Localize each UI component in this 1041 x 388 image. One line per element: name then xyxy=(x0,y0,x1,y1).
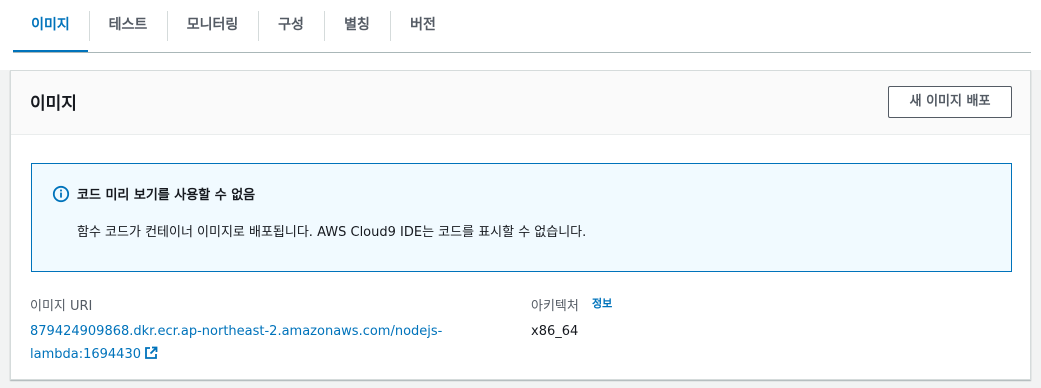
panel-header: 이미지 새 이미지 배포 xyxy=(11,71,1030,135)
info-icon xyxy=(52,185,70,203)
alert-message: 함수 코드가 컨테이너 이미지로 배포됩니다. AWS Cloud9 IDE는 … xyxy=(77,225,587,240)
panel-title: 이미지 xyxy=(30,94,77,114)
architecture-info-link[interactable]: 정보 xyxy=(592,295,612,311)
tab-monitoring[interactable]: 모니터링 xyxy=(168,0,257,52)
architecture-value: x86_64 xyxy=(531,324,579,339)
tab-versions[interactable]: 버전 xyxy=(391,0,455,52)
image-panel: 이미지 새 이미지 배포 코드 미리 보기를 사용할 수 없음 함수 코드가 컨… xyxy=(10,70,1031,380)
tab-configuration[interactable]: 구성 xyxy=(259,0,323,52)
tab-test[interactable]: 테스트 xyxy=(90,0,166,52)
image-uri-link[interactable]: 879424909868.dkr.ecr.ap-northeast-2.amaz… xyxy=(30,320,480,366)
tab-aliases[interactable]: 별칭 xyxy=(325,0,389,52)
architecture-label: 아키텍처 xyxy=(531,299,579,314)
image-uri-line2[interactable]: lambda:1694430 xyxy=(30,347,141,362)
deploy-new-image-button[interactable]: 새 이미지 배포 xyxy=(888,86,1012,118)
image-uri-line1[interactable]: 879424909868.dkr.ecr.ap-northeast-2.amaz… xyxy=(30,324,442,339)
image-uri-label: 이미지 URI xyxy=(30,299,93,314)
tab-image[interactable]: 이미지 xyxy=(13,0,88,53)
tab-content-spacer xyxy=(0,53,1041,70)
alert-title: 코드 미리 보기를 사용할 수 없음 xyxy=(77,188,256,203)
tab-bar: 이미지 테스트 모니터링 구성 별칭 버전 xyxy=(0,0,1041,53)
info-alert: 코드 미리 보기를 사용할 수 없음 함수 코드가 컨테이너 이미지로 배포됩니… xyxy=(31,163,1012,272)
external-link-icon[interactable] xyxy=(144,346,158,360)
